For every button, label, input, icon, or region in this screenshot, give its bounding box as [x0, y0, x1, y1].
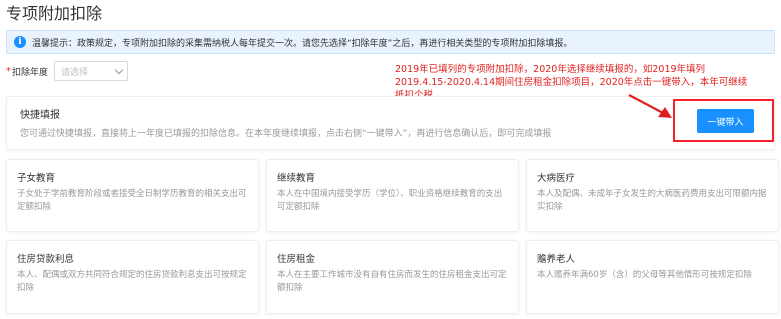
chevron-down-icon [114, 65, 124, 74]
category-description: 本人、配偶或双方共同符合规定的住房贷款利息支出可按规定扣除 [17, 270, 247, 293]
required-mark: * [6, 65, 11, 77]
category-card-elderly-support[interactable]: 赡养老人 本人赡养年满60岁（含）的父母等其他情形可按规定扣除 [526, 240, 779, 314]
category-card-children-education[interactable]: 子女教育 子女处于学前教育阶段或者接受全日制学历教育的相关支出可定额扣除 [6, 159, 259, 232]
one-click-import-button[interactable]: 一键带入 [697, 109, 754, 133]
notice-text: 温馨提示：政策规定，专项附加扣除的采集需纳税人每年提交一次。请您先选择“扣除年度… [32, 38, 573, 49]
category-description: 本人及配偶、未成年子女发生的大病医药费用支出可限额内据实扣除 [537, 189, 767, 212]
category-title: 住房租金 [277, 254, 316, 265]
category-card-continuing-education[interactable]: 继续教育 本人在中国境内接受学历（学位）、职业资格继续教育的支出可定额扣除 [266, 159, 519, 232]
category-title: 大病医疗 [537, 173, 576, 184]
category-card-housing-loan-interest[interactable]: 住房贷款利息 本人、配偶或双方共同符合规定的住房贷款利息支出可按规定扣除 [6, 240, 259, 314]
category-description: 本人赡养年满60岁（含）的父母等其他情形可按规定扣除 [537, 270, 752, 280]
category-title: 继续教育 [277, 173, 316, 184]
category-description: 本人在主要工作城市没有自有住房而发生的住房租金支出可定额扣除 [277, 270, 507, 293]
category-title: 住房贷款利息 [17, 254, 75, 265]
deduction-year-row: * 扣除年度 请选择 [6, 61, 129, 81]
category-card-housing-rent[interactable]: 住房租金 本人在主要工作城市没有自有住房而发生的住房租金支出可定额扣除 [266, 240, 519, 314]
quick-fill-description: 您可通过快捷填报，直接将上一年度已填报的扣除信息。在本年度继续填报，点击右侧“一… [20, 129, 552, 139]
category-title: 赡养老人 [537, 254, 576, 265]
year-select-placeholder: 请选择 [61, 67, 89, 78]
red-arrow-icon [628, 94, 672, 118]
category-description: 本人在中国境内接受学历（学位）、职业资格继续教育的支出可定额扣除 [277, 189, 503, 212]
category-card-serious-illness[interactable]: 大病医疗 本人及配偶、未成年子女发生的大病医药费用支出可限额内据实扣除 [526, 159, 779, 232]
info-icon: i [14, 36, 26, 48]
deduction-year-select[interactable]: 请选择 [54, 61, 129, 81]
category-description: 子女处于学前教育阶段或者接受全日制学历教育的相关支出可定额扣除 [17, 189, 247, 212]
quick-fill-title: 快捷填报 [20, 110, 60, 121]
category-title: 子女教育 [17, 173, 56, 184]
notice-banner: i 温馨提示：政策规定，专项附加扣除的采集需纳税人每年提交一次。请您先选择“扣除… [6, 30, 775, 54]
page-title: 专项附加扣除 [6, 4, 103, 23]
deduction-year-label: 扣除年度 [12, 67, 49, 78]
